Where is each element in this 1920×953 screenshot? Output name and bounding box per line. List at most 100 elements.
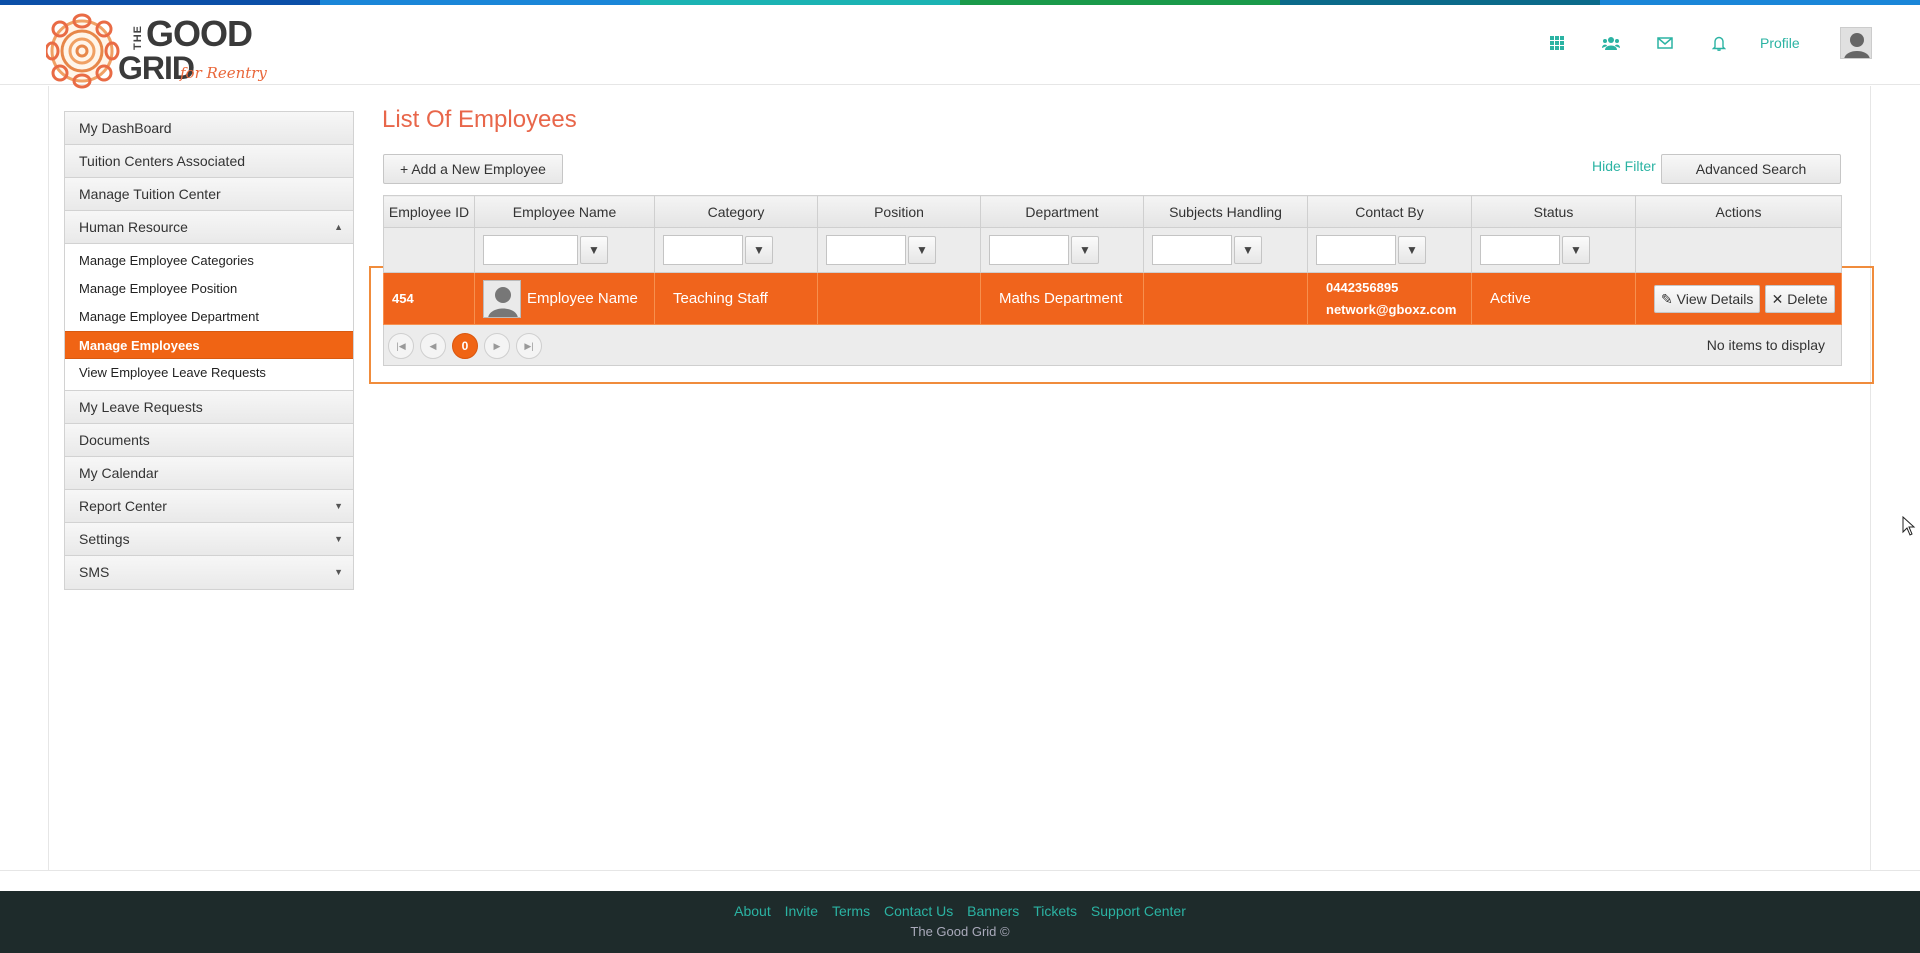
footer-link-invite[interactable]: Invite — [785, 903, 818, 919]
sidebar-item-my-leave-requests[interactable]: My Leave Requests — [65, 391, 353, 424]
sidebar-item-documents[interactable]: Documents — [65, 424, 353, 457]
sidebar-item-label: Tuition Centers Associated — [79, 153, 246, 169]
sidebar-item-label: Report Center — [79, 498, 167, 514]
sidebar-item-human-resource[interactable]: Human Resource ▲ — [65, 211, 353, 244]
footer-links: About Invite Terms Contact Us Banners Ti… — [0, 903, 1920, 919]
footer-link-about[interactable]: About — [734, 903, 771, 919]
filter-funnel-icon[interactable]: ▼ — [1234, 236, 1262, 264]
sidebar-item-my-calendar[interactable]: My Calendar — [65, 457, 353, 490]
sidebar-item-label: Manage Tuition Center — [79, 186, 221, 202]
view-details-button[interactable]: ✎ View Details — [1654, 284, 1761, 313]
column-header[interactable]: Department — [980, 195, 1144, 228]
filter-input[interactable] — [989, 235, 1069, 265]
filter-input[interactable] — [663, 235, 743, 265]
filter-input[interactable] — [483, 235, 578, 265]
column-header[interactable]: Actions — [1635, 195, 1842, 228]
status-cell: Active — [1471, 272, 1636, 325]
actions-cell: ✎ View Details ✕ Delete — [1635, 272, 1842, 325]
hr-submenu: Manage Employee Categories Manage Employ… — [65, 244, 353, 391]
filter-cell: ▼ — [1307, 227, 1472, 273]
column-header[interactable]: Employee Name — [474, 195, 655, 228]
sidebar-item-label: Settings — [79, 531, 130, 547]
column-header[interactable]: Position — [817, 195, 981, 228]
sidebar-subitem-manage-employees[interactable]: Manage Employees — [65, 331, 353, 359]
delete-button[interactable]: ✕ Delete — [1764, 284, 1835, 313]
filter-input[interactable] — [1480, 235, 1560, 265]
employees-grid: Employee ID Employee Name Category Posit… — [383, 195, 1842, 366]
sidebar-item-report-center[interactable]: Report Center ▼ — [65, 490, 353, 523]
filter-cell: ▼ — [1143, 227, 1308, 273]
caret-down-icon: ▼ — [334, 501, 343, 511]
logo-good: GOOD — [146, 13, 253, 54]
sidebar-subitem-employee-categories[interactable]: Manage Employee Categories — [65, 247, 353, 275]
filter-funnel-icon[interactable]: ▼ — [1562, 236, 1590, 264]
sidebar-item-label: Documents — [79, 432, 150, 448]
contact-cell: 0442356895 network@gboxz.com — [1307, 272, 1472, 325]
footer-link-contact[interactable]: Contact Us — [884, 903, 953, 919]
users-icon[interactable] — [1584, 31, 1638, 55]
filter-cell — [383, 227, 475, 273]
filter-input[interactable] — [826, 235, 906, 265]
filter-funnel-icon[interactable]: ▼ — [908, 236, 936, 264]
caret-up-icon: ▲ — [334, 222, 343, 232]
sidebar-item-label: My Calendar — [79, 465, 159, 481]
logo-tagline: for Reentry — [180, 64, 267, 82]
delete-label: Delete — [1787, 290, 1828, 307]
filter-funnel-icon[interactable]: ▼ — [580, 236, 608, 264]
next-page-icon[interactable]: ▶ — [484, 333, 510, 359]
filter-funnel-icon[interactable]: ▼ — [1398, 236, 1426, 264]
filter-input[interactable] — [1316, 235, 1396, 265]
sidebar-subitem-employee-position[interactable]: Manage Employee Position — [65, 275, 353, 303]
filter-funnel-icon[interactable]: ▼ — [1071, 236, 1099, 264]
employee-name: Employee Name — [527, 289, 638, 307]
sidebar-item-settings[interactable]: Settings ▼ — [65, 523, 353, 556]
sidebar-subitem-employee-department[interactable]: Manage Employee Department — [65, 303, 353, 331]
employee-name-cell: Employee Name — [474, 272, 655, 325]
table-row[interactable]: 454 Employee Name Teaching Staff Maths D… — [383, 272, 1842, 325]
contact-email: network@gboxz.com — [1326, 301, 1457, 317]
footer-link-terms[interactable]: Terms — [832, 903, 870, 919]
pager-info: No items to display — [1706, 337, 1825, 353]
advanced-search-button[interactable]: Advanced Search — [1661, 154, 1841, 184]
header: THE GOOD GRID for Reentry Profile — [0, 5, 1920, 89]
logo[interactable]: THE GOOD GRID for Reentry — [44, 13, 276, 89]
profile-link[interactable]: Profile — [1760, 35, 1830, 51]
add-employee-button[interactable]: + Add a New Employee — [383, 154, 563, 184]
caret-down-icon: ▼ — [334, 567, 343, 577]
sidebar-item-dashboard[interactable]: My DashBoard — [65, 112, 353, 145]
footer-link-support[interactable]: Support Center — [1091, 903, 1186, 919]
footer-link-tickets[interactable]: Tickets — [1033, 903, 1077, 919]
hide-filter-link[interactable]: Hide Filter — [1592, 158, 1656, 174]
avatar[interactable] — [1840, 27, 1872, 59]
column-header[interactable]: Employee ID — [383, 195, 475, 228]
column-header[interactable]: Status — [1471, 195, 1636, 228]
mouse-cursor-icon — [1902, 516, 1916, 536]
bell-icon[interactable] — [1692, 31, 1746, 55]
filter-cell: ▼ — [474, 227, 655, 273]
sidebar-subitem-leave-requests[interactable]: View Employee Leave Requests — [65, 359, 353, 387]
sidebar-item-label: Human Resource — [79, 219, 188, 235]
sidebar-item-manage-tuition[interactable]: Manage Tuition Center — [65, 178, 353, 211]
footer-link-banners[interactable]: Banners — [967, 903, 1019, 919]
column-header[interactable]: Subjects Handling — [1143, 195, 1308, 228]
last-page-icon[interactable]: ▶| — [516, 333, 542, 359]
mail-icon[interactable] — [1638, 31, 1692, 55]
current-page[interactable]: 0 — [452, 333, 478, 359]
pager-row: |◀ ◀ 0 ▶ ▶| No items to display — [383, 324, 1842, 366]
view-details-label: View Details — [1676, 290, 1754, 307]
department-cell: Maths Department — [980, 272, 1144, 325]
sidebar-item-tuition-centers[interactable]: Tuition Centers Associated — [65, 145, 353, 178]
user-silhouette-icon — [1844, 33, 1870, 58]
filter-input[interactable] — [1152, 235, 1232, 265]
sidebar-item-label: My Leave Requests — [79, 399, 203, 415]
column-header[interactable]: Contact By — [1307, 195, 1472, 228]
plus-icon: + — [400, 161, 412, 177]
column-header[interactable]: Category — [654, 195, 818, 228]
sidebar: My DashBoard Tuition Centers Associated … — [64, 111, 354, 590]
top-nav: Profile — [1530, 27, 1872, 59]
sidebar-item-sms[interactable]: SMS ▼ — [65, 556, 353, 589]
first-page-icon[interactable]: |◀ — [388, 333, 414, 359]
filter-funnel-icon[interactable]: ▼ — [745, 236, 773, 264]
prev-page-icon[interactable]: ◀ — [420, 333, 446, 359]
apps-grid-icon[interactable] — [1530, 31, 1584, 55]
